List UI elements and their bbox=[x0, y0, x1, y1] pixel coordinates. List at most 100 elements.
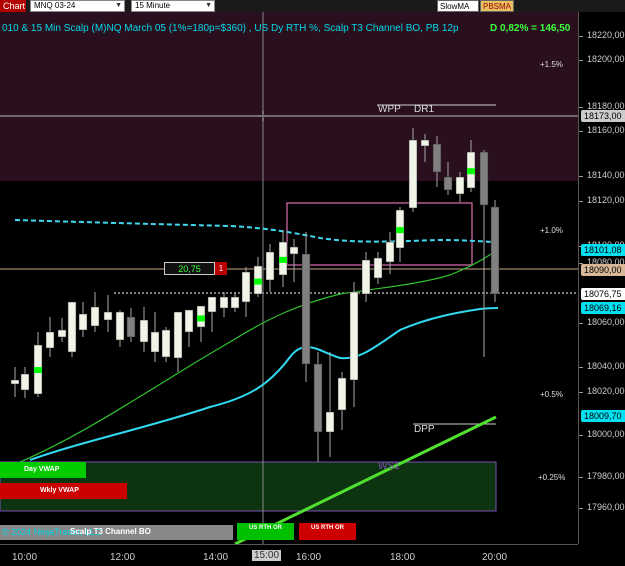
price-tick: 18000,00 bbox=[579, 429, 625, 439]
candle-body bbox=[219, 296, 229, 309]
price-tick: 18060,00 bbox=[579, 317, 625, 327]
price-badge: 18069,16 bbox=[581, 302, 625, 314]
price-tick: 18220,00 bbox=[579, 30, 625, 40]
candle-body bbox=[443, 176, 453, 191]
channel-box bbox=[286, 202, 473, 266]
time-tick: 10:00 bbox=[12, 552, 38, 563]
pct-label-1-5: +1.5% bbox=[540, 60, 563, 69]
price-tick: 18120,00 bbox=[579, 195, 625, 205]
candle-body bbox=[385, 241, 395, 263]
candle-body bbox=[479, 151, 489, 206]
candle-body bbox=[420, 139, 430, 147]
interval-value: 15 Minute bbox=[135, 1, 171, 10]
daily-change: D 0,82% = 146,50 bbox=[490, 23, 571, 34]
candle-body bbox=[67, 301, 77, 353]
price-badge: 18101,08 bbox=[581, 244, 625, 256]
candle-body bbox=[57, 329, 67, 338]
price-axis[interactable]: 18220,00 18200,00 18180,00 18160,00 18140,00… bbox=[578, 12, 625, 544]
rth-or-green: US RTH OR bbox=[237, 523, 294, 540]
candle-body bbox=[207, 296, 217, 313]
candle-body bbox=[10, 379, 20, 385]
day-vwap-label: Day VWAP bbox=[0, 462, 86, 478]
price-tick: 18040,00 bbox=[579, 361, 625, 371]
candle-body bbox=[265, 251, 275, 281]
candle-body bbox=[349, 291, 359, 381]
chart-tab[interactable]: Chart bbox=[0, 0, 26, 12]
position-qty[interactable]: 1 bbox=[215, 262, 227, 275]
ws1-label: WS1 bbox=[378, 461, 400, 472]
upper-zone bbox=[0, 12, 578, 181]
time-tick: 18:00 bbox=[390, 552, 416, 563]
price-badge: 18009,70 bbox=[581, 410, 625, 422]
candle-body bbox=[150, 331, 160, 353]
signal-marker bbox=[34, 367, 42, 374]
time-tick: 14:00 bbox=[203, 552, 229, 563]
candle-body bbox=[432, 143, 442, 173]
price-tick: 18160,00 bbox=[579, 125, 625, 135]
chevron-down-icon: ▼ bbox=[205, 2, 212, 9]
time-axis[interactable]: 10:00 12:00 14:00 15:00 16:00 18:00 20:00 bbox=[0, 544, 578, 566]
price-badge: 18076,75 bbox=[581, 288, 625, 300]
candle-body bbox=[301, 253, 311, 365]
candle-body bbox=[78, 313, 88, 331]
position-pnl[interactable]: 20,75 bbox=[164, 262, 215, 275]
candle-body bbox=[20, 373, 30, 391]
signal-marker bbox=[279, 256, 287, 263]
price-tick: 17980,00 bbox=[579, 471, 625, 481]
wkly-vwap-label: Wkly VWAP bbox=[0, 483, 127, 499]
candle-body bbox=[455, 176, 465, 195]
pct-label-0-5: +0.5% bbox=[540, 390, 563, 399]
wpp-label: WPP bbox=[378, 104, 401, 115]
candle-body bbox=[90, 306, 100, 327]
chart-toolbar: Chart MNQ 03-24 ▼ 15 Minute ▼ SlowMA PBS… bbox=[0, 0, 625, 12]
slowma-button[interactable]: SlowMA bbox=[437, 0, 479, 12]
candle-body bbox=[126, 316, 136, 338]
chevron-down-icon: ▼ bbox=[115, 2, 122, 9]
chart-title: 010 & 15 Min Scalp (M)NQ March 05 (1%=18… bbox=[2, 23, 459, 34]
ema-line bbox=[29, 307, 499, 461]
price-badge: 18090,00 bbox=[581, 264, 625, 276]
price-tick: 18020,00 bbox=[579, 386, 625, 396]
interval-selector[interactable]: 15 Minute ▼ bbox=[131, 0, 215, 12]
candle-body bbox=[337, 377, 347, 411]
pct-label-0-25: +0.25% bbox=[538, 473, 566, 482]
candle-body bbox=[361, 259, 371, 295]
dr1-label: DR1 bbox=[414, 104, 435, 115]
pbsma-button[interactable]: PBSMA bbox=[480, 0, 514, 12]
rth-or-red: US RTH OR bbox=[299, 523, 356, 540]
candle-body bbox=[45, 331, 55, 349]
time-tick: 12:00 bbox=[110, 552, 136, 563]
candle-body bbox=[115, 311, 125, 341]
price-tick: 17960,00 bbox=[579, 502, 625, 512]
candle-body bbox=[103, 311, 113, 321]
candle-body bbox=[161, 329, 171, 358]
time-tick: 15:00 bbox=[252, 550, 282, 561]
time-tick: 16:00 bbox=[296, 552, 322, 563]
candle-body bbox=[139, 319, 149, 343]
strategy-label: Scalp T3 Channel BO bbox=[70, 527, 151, 536]
price-tick: 18200,00 bbox=[579, 54, 625, 64]
pct-label-1-0: +1.0% bbox=[540, 226, 563, 235]
signal-marker bbox=[467, 168, 475, 175]
price-badge: 18173,00 bbox=[581, 110, 625, 122]
signal-marker bbox=[197, 315, 205, 322]
candle-body bbox=[173, 311, 183, 359]
signal-marker bbox=[254, 278, 262, 285]
price-chart[interactable] bbox=[0, 12, 578, 544]
candle-body bbox=[184, 309, 194, 333]
candle-body bbox=[373, 257, 383, 279]
candle-body bbox=[230, 296, 240, 309]
instrument-selector[interactable]: MNQ 03-24 ▼ bbox=[30, 0, 125, 12]
dpp-label: DPP bbox=[414, 424, 435, 435]
candle-body bbox=[490, 206, 500, 295]
candle-body bbox=[313, 363, 323, 433]
price-tick: 18140,00 bbox=[579, 170, 625, 180]
signal-marker bbox=[396, 227, 404, 234]
candle-body bbox=[241, 271, 251, 303]
instrument-value: MNQ 03-24 bbox=[34, 1, 76, 10]
dashed-vwap-line bbox=[14, 219, 499, 243]
candle-body bbox=[289, 246, 299, 255]
candle-body bbox=[408, 139, 418, 209]
candle-body bbox=[325, 411, 335, 433]
time-tick: 20:00 bbox=[482, 552, 508, 563]
